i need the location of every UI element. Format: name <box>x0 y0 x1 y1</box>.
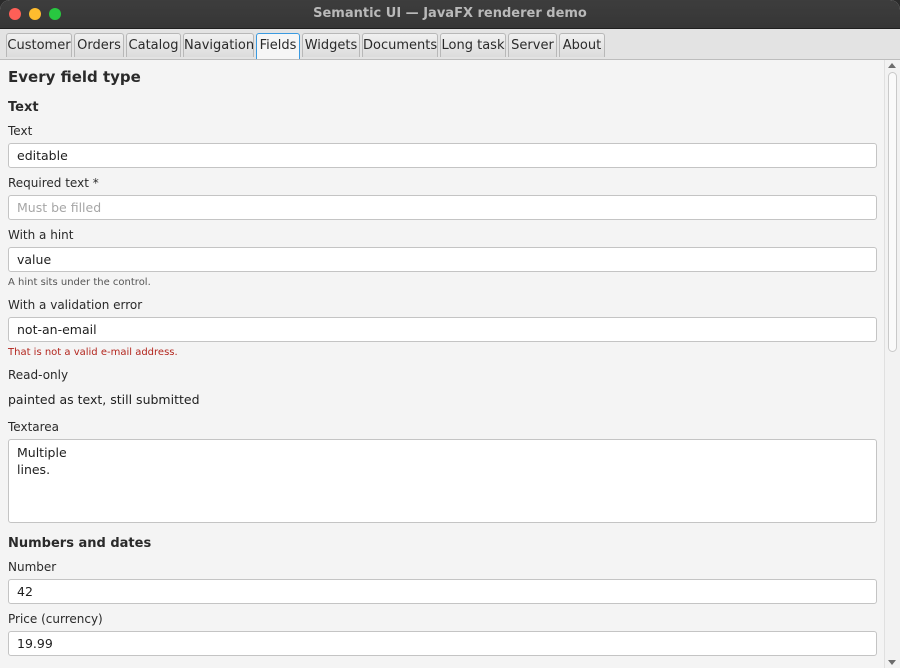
page-title: Every field type <box>8 68 141 86</box>
tab-bar: Customer Orders Catalog Navigation Field… <box>0 29 900 60</box>
validation-error-input[interactable] <box>8 317 877 342</box>
number-field-label: Number <box>8 560 57 574</box>
text-field-label: Text <box>8 124 33 138</box>
tab-orders[interactable]: Orders <box>74 33 124 57</box>
textarea-input[interactable]: Multiple lines. <box>8 439 877 523</box>
tab-fields[interactable]: Fields <box>256 33 300 59</box>
tab-catalog[interactable]: Catalog <box>126 33 181 57</box>
tab-documents[interactable]: Documents <box>362 33 438 57</box>
vertical-scrollbar[interactable] <box>884 60 900 668</box>
text-field-input[interactable] <box>8 143 877 168</box>
number-field-input[interactable] <box>8 579 877 604</box>
section-heading-numbers: Numbers and dates <box>8 536 152 551</box>
validation-error-message: That is not a valid e-mail address. <box>8 347 178 358</box>
price-field-label: Price (currency) <box>8 612 103 626</box>
tab-server[interactable]: Server <box>508 33 557 57</box>
scroll-up-arrow-icon[interactable] <box>888 63 896 68</box>
required-text-label: Required text * <box>8 176 99 190</box>
section-heading-text: Text <box>8 100 39 115</box>
app-window: Semantic UI — JavaFX renderer demo Custo… <box>0 0 900 668</box>
title-bar: Semantic UI — JavaFX renderer demo <box>0 0 900 29</box>
tab-widgets[interactable]: Widgets <box>302 33 360 57</box>
tab-long-task[interactable]: Long task <box>440 33 506 57</box>
hint-text: A hint sits under the control. <box>8 277 151 288</box>
hint-field-input[interactable] <box>8 247 877 272</box>
tab-about[interactable]: About <box>559 33 605 57</box>
validation-error-label: With a validation error <box>8 298 143 312</box>
fields-panel: Every field type Text Text Required text… <box>0 60 884 668</box>
read-only-label: Read-only <box>8 368 69 382</box>
window-title: Semantic UI — JavaFX renderer demo <box>313 6 587 21</box>
hint-field-label: With a hint <box>8 228 74 242</box>
tab-navigation[interactable]: Navigation <box>183 33 254 57</box>
scroll-down-arrow-icon[interactable] <box>888 660 896 665</box>
read-only-value: painted as text, still submitted <box>8 392 200 407</box>
price-field-input[interactable] <box>8 631 877 656</box>
tab-customer[interactable]: Customer <box>6 33 72 57</box>
required-text-input[interactable] <box>8 195 877 220</box>
textarea-label: Textarea <box>8 420 60 434</box>
scrollbar-thumb[interactable] <box>888 72 897 352</box>
